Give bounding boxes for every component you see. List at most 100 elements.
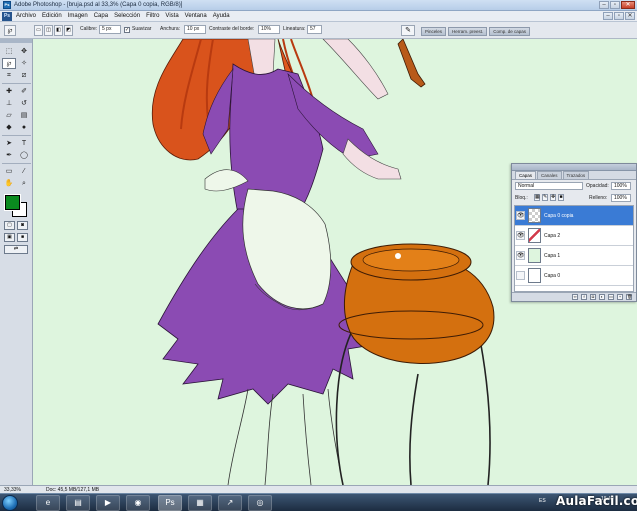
clone-stamp-tool-icon[interactable]: ⊥ [2, 98, 16, 109]
layer-style-icon[interactable]: f [581, 294, 587, 300]
doc-close-button[interactable]: ✕ [625, 12, 635, 20]
layer-name: Capa 2 [544, 233, 561, 239]
lock-pixels-icon[interactable]: ✎ [542, 194, 548, 201]
well-tool-presets-tab[interactable]: Herram. preest. [448, 27, 488, 36]
smooth-checkbox[interactable]: ✓ [124, 27, 130, 33]
photoshop-taskbar-icon[interactable]: Ps [158, 495, 182, 511]
new-layer-icon[interactable]: + [617, 294, 623, 300]
link-layers-icon[interactable]: ∞ [572, 294, 578, 300]
tab-channels[interactable]: Canales [537, 171, 562, 179]
close-button[interactable]: ✕ [621, 1, 635, 9]
notes-tool-icon[interactable]: ▭ [2, 166, 16, 177]
hand-tool-icon[interactable]: ✋ [2, 178, 16, 189]
menu-edicion[interactable]: Edición [42, 13, 62, 19]
layer-row-capa-2[interactable]: 👁 Capa 2 [515, 226, 633, 246]
magic-wand-tool-icon[interactable]: ✧ [17, 58, 31, 69]
doc-minimize-button[interactable]: – [603, 12, 613, 20]
standard-mode-icon[interactable]: ▢ [4, 221, 15, 230]
path-selection-tool-icon[interactable]: ➤ [2, 138, 16, 149]
explorer-folder-icon[interactable]: ▤ [66, 495, 90, 511]
lasso-tool-icon[interactable]: ℘ [2, 58, 16, 69]
fill-input[interactable]: 100% [611, 194, 631, 202]
lineature-input[interactable]: 57 [307, 25, 322, 34]
menu-archivo[interactable]: Archivo [16, 13, 36, 19]
visibility-eye-icon[interactable]: 👁 [516, 211, 525, 220]
well-brushes-tab[interactable]: Pinceles [421, 27, 447, 36]
menu-vista[interactable]: Vista [165, 13, 178, 19]
eraser-tool-icon[interactable]: ▱ [2, 110, 16, 121]
calculator-icon[interactable]: ▦ [188, 495, 212, 511]
layer-row-capa-0-copia[interactable]: 👁 Capa 0 copia [515, 206, 633, 226]
new-selection-icon[interactable]: ▭ [34, 25, 43, 36]
menu-seleccion[interactable]: Selección [114, 13, 140, 19]
dodge-tool-icon[interactable]: ● [17, 122, 31, 133]
chrome-icon[interactable]: ◎ [248, 495, 272, 511]
slice-tool-icon[interactable]: ⧄ [17, 70, 31, 81]
foreground-color-swatch[interactable] [5, 195, 20, 210]
lock-row: Bloq.: ▦ ✎ ✥ ■ Relleno: 100% [512, 192, 636, 204]
add-selection-icon[interactable]: ◫ [44, 25, 53, 36]
screen-mode-standard-icon[interactable]: ▣ [4, 233, 15, 242]
layer-row-capa-1[interactable]: 👁 Capa 1 [515, 246, 633, 266]
taskbar-app-icon[interactable]: ↗ [218, 495, 242, 511]
photoshop-app-icon: Ps [3, 1, 11, 9]
screen-mode-full-icon[interactable]: ■ [17, 233, 28, 242]
intersect-selection-icon[interactable]: ◩ [64, 25, 73, 36]
zoom-tool-icon[interactable]: ⌕ [17, 178, 31, 189]
visibility-eye-icon[interactable]: 👁 [516, 231, 525, 240]
edge-contrast-input[interactable]: 10% [258, 25, 280, 34]
doc-restore-button[interactable]: ▫ [614, 12, 624, 20]
layer-mask-icon[interactable]: ◘ [590, 294, 596, 300]
caliber-label: Calibre: [80, 26, 98, 32]
eyedropper-tool-icon[interactable]: ⁄ [17, 166, 31, 177]
caliber-input[interactable]: 5 px [99, 25, 121, 34]
start-button-icon[interactable] [2, 495, 18, 511]
brush-tool-icon[interactable]: ✐ [17, 86, 31, 97]
move-tool-icon[interactable]: ✥ [17, 46, 31, 57]
new-group-icon[interactable]: ▭ [608, 294, 614, 300]
type-tool-icon[interactable]: T [17, 138, 31, 149]
delete-layer-icon[interactable]: 🗑 [626, 294, 632, 300]
lock-all-icon[interactable]: ■ [558, 194, 564, 201]
blend-mode-select[interactable]: Normal [515, 182, 583, 190]
menu-filtro[interactable]: Filtro [146, 13, 159, 19]
tool-separator [2, 135, 31, 136]
pen-tool-icon[interactable]: ✒ [2, 150, 16, 161]
blur-tool-icon[interactable]: ◆ [2, 122, 16, 133]
tab-layers[interactable]: Capas [515, 171, 537, 179]
visibility-eye-icon[interactable]: 👁 [516, 251, 525, 260]
media-center-icon[interactable]: ◉ [126, 495, 150, 511]
visibility-toggle-empty-icon[interactable]: · [516, 271, 525, 280]
maximize-button[interactable]: ▫ [610, 1, 620, 9]
history-brush-tool-icon[interactable]: ↺ [17, 98, 31, 109]
shape-tool-icon[interactable]: ◯ [17, 150, 31, 161]
menu-ventana[interactable]: Ventana [185, 13, 207, 19]
menu-capa[interactable]: Capa [94, 13, 108, 19]
internet-explorer-icon[interactable]: e [36, 495, 60, 511]
magnetic-lasso-tool-icon[interactable]: ℘ [4, 25, 16, 36]
lock-position-icon[interactable]: ✥ [550, 194, 556, 201]
adjustment-layer-icon[interactable]: ◐ [599, 294, 605, 300]
tab-paths[interactable]: Trazados [562, 171, 590, 179]
lock-transparency-icon[interactable]: ▦ [534, 194, 540, 201]
well-layer-comps-tab[interactable]: Comp. de capas [489, 27, 531, 36]
raised-arm [322, 39, 389, 100]
tablet-pressure-icon[interactable]: ✎ [401, 25, 415, 36]
layers-panel-titlebar[interactable] [512, 164, 636, 171]
media-player-icon[interactable]: ▶ [96, 495, 120, 511]
opacity-input[interactable]: 100% [611, 182, 631, 190]
width-input[interactable]: 10 px [184, 25, 206, 34]
marquee-tool-icon[interactable]: ⬚ [2, 46, 16, 57]
imageready-icon[interactable]: ⇄ [4, 245, 28, 254]
subtract-selection-icon[interactable]: ◧ [54, 25, 63, 36]
gradient-tool-icon[interactable]: ▤ [17, 110, 31, 121]
healing-brush-tool-icon[interactable]: ✚ [2, 86, 16, 97]
crop-tool-icon[interactable]: ⌗ [2, 70, 16, 81]
layer-row-capa-0[interactable]: · Capa 0 [515, 266, 633, 286]
layer-thumbnail [528, 208, 541, 223]
minimize-button[interactable]: – [599, 1, 609, 9]
menu-ayuda[interactable]: Ayuda [213, 13, 230, 19]
language-indicator[interactable]: ES [539, 498, 546, 504]
quick-mask-icon[interactable]: ◙ [17, 221, 28, 230]
menu-imagen[interactable]: Imagen [68, 13, 88, 19]
